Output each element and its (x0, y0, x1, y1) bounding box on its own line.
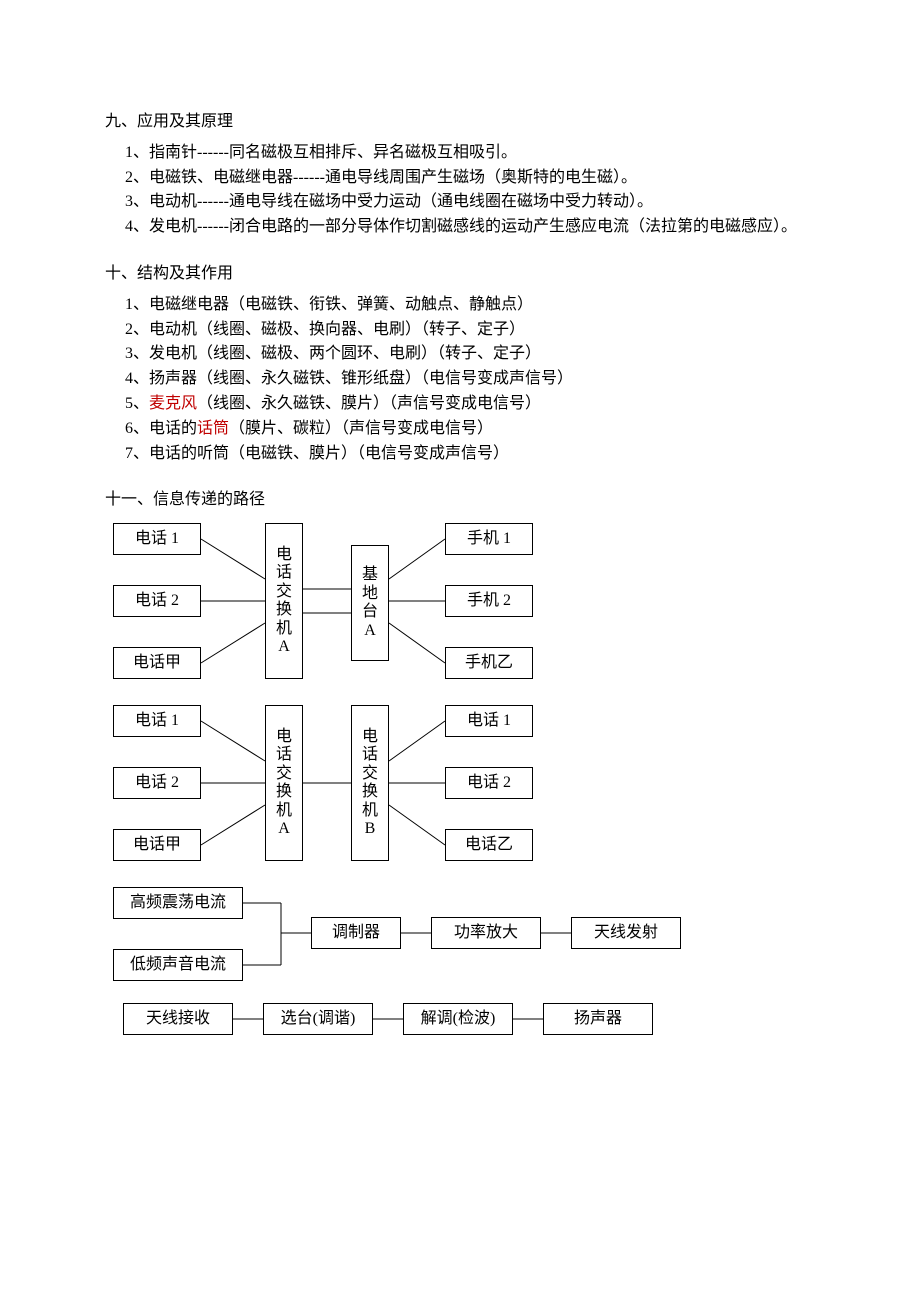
dg3-hf-current: 高频震荡电流 (113, 887, 243, 919)
dg1-left-2: 电话 2 (113, 585, 201, 617)
dg2-right-2: 电话 2 (445, 767, 533, 799)
diagram-transmit-chain: 高频震荡电流 低频声音电流 调制器 功率放大 天线发射 (105, 883, 745, 983)
section-10-title: 十、结构及其作用 (105, 262, 820, 287)
section-10-item-6: 6、电话的话筒（膜片、碳粒）（声信号变成电信号） (125, 417, 820, 442)
dg4-tuner: 选台(调谐) (263, 1003, 373, 1035)
dg1-left-1: 电话 1 (113, 523, 201, 555)
dg3-lf-current: 低频声音电流 (113, 949, 243, 981)
dg1-right-1: 手机 1 (445, 523, 533, 555)
section-10-item-1: 1、电磁继电器（电磁铁、衔铁、弹簧、动触点、静触点） (125, 293, 820, 318)
highlight-mouthpiece: 话筒 (197, 420, 229, 437)
dg2-left-3: 电话甲 (113, 829, 201, 861)
section-9-item-4: 4、发电机------闭合电路的一部分导体作切割磁感线的运动产生感应电流（法拉第… (125, 215, 820, 240)
section-10-item-2: 2、电动机（线圈、磁极、换向器、电刷）（转子、定子） (125, 318, 820, 343)
dg1-right-3: 手机乙 (445, 647, 533, 679)
dg2-exchange-a: 电话交换机A (265, 705, 303, 861)
highlight-mic: 麦克风 (149, 395, 197, 412)
section-11-title: 十一、信息传递的路径 (105, 488, 820, 513)
section-9-item-1: 1、指南针------同名磁极互相排斥、异名磁极互相吸引。 (125, 141, 820, 166)
dg2-exchange-b: 电话交换机B (351, 705, 389, 861)
dg2-right-3: 电话乙 (445, 829, 533, 861)
dg1-base-a: 基地台A (351, 545, 389, 661)
section-10-item-5: 5、麦克风（线圈、永久磁铁、膜片）（声信号变成电信号） (125, 392, 820, 417)
section-10-item-4: 4、扬声器（线圈、永久磁铁、锥形纸盘）（电信号变成声信号） (125, 367, 820, 392)
dg2-left-2: 电话 2 (113, 767, 201, 799)
section-10-item-3: 3、发电机（线圈、磁极、两个圆环、电刷）（转子、定子） (125, 342, 820, 367)
dg4-demod: 解调(检波) (403, 1003, 513, 1035)
diagram-receive-chain: 天线接收 选台(调谐) 解调(检波) 扬声器 (105, 997, 745, 1043)
dg3-modulator: 调制器 (311, 917, 401, 949)
section-10-item-7: 7、电话的听筒（电磁铁、膜片）（电信号变成声信号） (125, 442, 820, 467)
diagram-phone-to-phone: 电话 1 电话 2 电话甲 电话交换机A 电话交换机B 电话 1 电话 2 电话… (105, 701, 745, 869)
dg3-antenna-tx: 天线发射 (571, 917, 681, 949)
dg1-left-3: 电话甲 (113, 647, 201, 679)
dg4-antenna-rx: 天线接收 (123, 1003, 233, 1035)
section-9-title: 九、应用及其原理 (105, 110, 820, 135)
section-9-item-2: 2、电磁铁、电磁继电器------通电导线周围产生磁场（奥斯特的电生磁）。 (125, 166, 820, 191)
diagram-phone-to-mobile: 电话 1 电话 2 电话甲 电话交换机A 基地台A 手机 1 手机 2 手机乙 (105, 519, 745, 687)
dg2-left-1: 电话 1 (113, 705, 201, 737)
dg2-right-1: 电话 1 (445, 705, 533, 737)
dg1-exchange-a: 电话交换机A (265, 523, 303, 679)
dg1-right-2: 手机 2 (445, 585, 533, 617)
dg4-speaker: 扬声器 (543, 1003, 653, 1035)
section-9-item-3: 3、电动机------通电导线在磁场中受力运动（通电线圈在磁场中受力转动）。 (125, 190, 820, 215)
dg3-amplifier: 功率放大 (431, 917, 541, 949)
